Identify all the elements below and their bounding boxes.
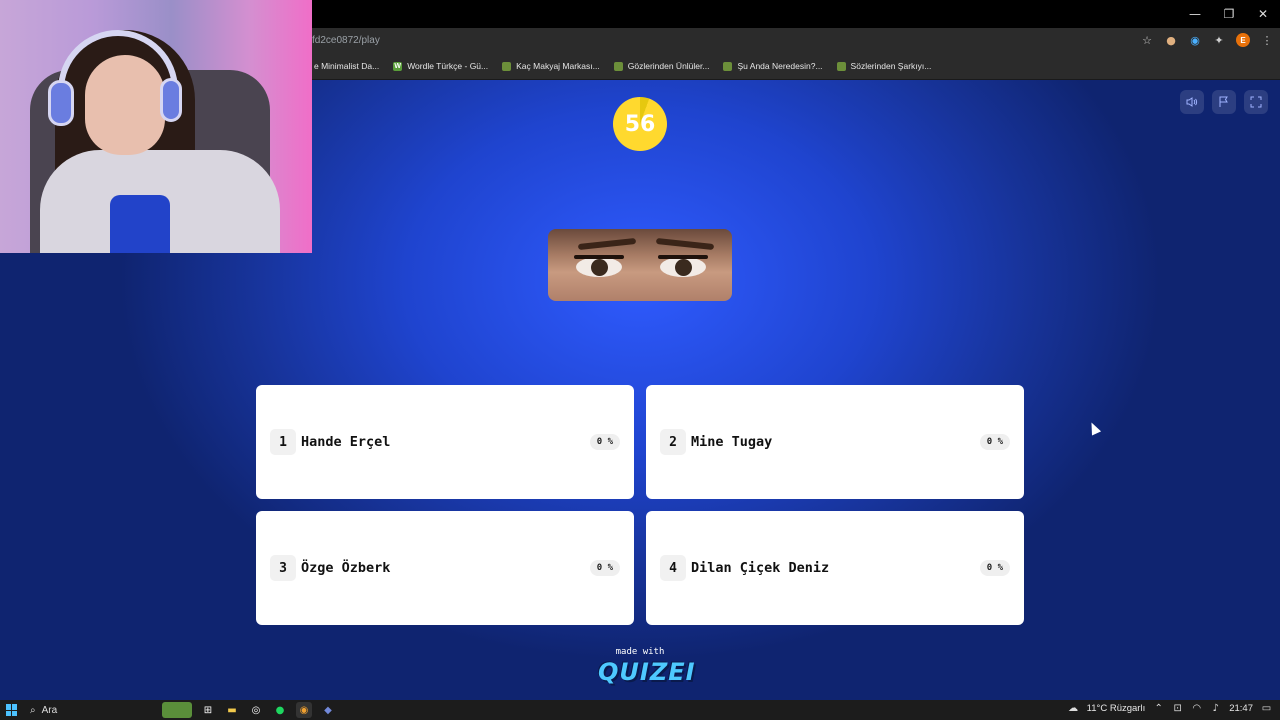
quiz-icon bbox=[502, 61, 512, 71]
lash-left bbox=[574, 255, 624, 259]
obs-icon[interactable]: ◎ bbox=[248, 702, 264, 718]
answer-number: 2 bbox=[660, 429, 686, 455]
profile-avatar[interactable]: E bbox=[1236, 33, 1250, 47]
minimize-button[interactable]: — bbox=[1178, 0, 1212, 28]
webcam-overlay bbox=[0, 0, 312, 253]
fullscreen-icon bbox=[1250, 96, 1262, 108]
streamer-top bbox=[110, 195, 170, 253]
headset-left bbox=[48, 80, 74, 126]
question-image bbox=[548, 229, 732, 301]
quiz-icon bbox=[723, 61, 733, 71]
answer-percent: 0 % bbox=[589, 434, 620, 450]
bookmark-label: Sözlerinden Şarkıyı... bbox=[850, 61, 932, 71]
screen: — ❐ ✕ fd2ce0872/play ☆ ● ◉ ✦ E ⋮ e Minim… bbox=[0, 0, 1280, 720]
taskbar-search[interactable]: ⌕ Ara bbox=[30, 702, 160, 718]
bookmark-star-icon[interactable]: ☆ bbox=[1140, 33, 1154, 47]
answer-option[interactable]: 4 Dilan Çiçek Deniz 0 % bbox=[646, 511, 1024, 625]
eyebrow-right bbox=[655, 237, 715, 251]
bookmark-item[interactable]: W Wordle Türkçe - Gü... bbox=[393, 61, 488, 71]
taskbar-apps: ⊞ ▬ ◎ ● ◉ ◆ bbox=[162, 702, 336, 718]
system-tray: ☁ 11°C Rüzgarlı ⌃ ⊡ ◠ ♪ 21:47 ▭ bbox=[1068, 703, 1272, 714]
eye-right bbox=[660, 257, 706, 277]
countdown-timer: 56 bbox=[613, 97, 667, 151]
answer-percent: 0 % bbox=[979, 560, 1010, 576]
browser-toolbar: ☆ ● ◉ ✦ E ⋮ bbox=[1140, 33, 1274, 47]
search-icon: ⌕ bbox=[30, 704, 36, 716]
sound-toggle-button[interactable] bbox=[1180, 90, 1204, 114]
network-icon[interactable]: ⊡ bbox=[1172, 703, 1183, 714]
bookmark-item[interactable]: Şu Anda Neredesin?... bbox=[723, 61, 823, 71]
spotify-icon[interactable]: ● bbox=[272, 702, 288, 718]
media-icon[interactable]: ◉ bbox=[1188, 33, 1202, 47]
bookmark-item[interactable]: Sözlerinden Şarkıyı... bbox=[836, 61, 932, 71]
menu-icon[interactable]: ⋮ bbox=[1260, 33, 1274, 47]
answer-option[interactable]: 1 Hande Erçel 0 % bbox=[256, 385, 634, 499]
task-view-icon[interactable]: ⊞ bbox=[200, 702, 216, 718]
answer-number: 4 bbox=[660, 555, 686, 581]
flag-icon bbox=[1219, 96, 1228, 107]
url-field[interactable]: fd2ce0872/play bbox=[312, 35, 380, 46]
answer-text: Dilan Çiçek Deniz bbox=[691, 560, 830, 576]
wordle-icon: W bbox=[393, 61, 403, 71]
bookmark-label: Şu Anda Neredesin?... bbox=[737, 61, 823, 71]
eye-left bbox=[576, 257, 622, 277]
bookmark-label: Gözlerinden Ünlüler... bbox=[627, 61, 710, 71]
close-button[interactable]: ✕ bbox=[1246, 0, 1280, 28]
made-with-label: made with bbox=[615, 647, 665, 657]
search-label: Ara bbox=[41, 704, 58, 716]
extension-icon[interactable]: ● bbox=[1164, 33, 1178, 47]
quiz-toolbar bbox=[1180, 90, 1268, 114]
clock[interactable]: 21:47 bbox=[1229, 703, 1253, 714]
answer-grid: 1 Hande Erçel 0 % 2 Mine Tugay 0 % 3 Özg… bbox=[256, 385, 1024, 625]
bookmark-label: Wordle Türkçe - Gü... bbox=[407, 61, 489, 71]
widgets-icon[interactable] bbox=[162, 702, 192, 718]
quiz-icon bbox=[613, 61, 623, 71]
answer-text: Hande Erçel bbox=[301, 434, 391, 450]
bookmark-item[interactable]: Kaç Makyaj Markası... bbox=[502, 61, 600, 71]
eyebrow-left bbox=[577, 237, 637, 251]
answer-option[interactable]: 3 Özge Özberk 0 % bbox=[256, 511, 634, 625]
lash-right bbox=[658, 255, 708, 259]
quiz-icon bbox=[836, 61, 846, 71]
restore-button[interactable]: ❐ bbox=[1212, 0, 1246, 28]
window-controls: — ❐ ✕ bbox=[1178, 0, 1280, 28]
answer-percent: 0 % bbox=[979, 434, 1010, 450]
report-button[interactable] bbox=[1212, 90, 1236, 114]
weather-text[interactable]: 11°C Rüzgarlı bbox=[1087, 703, 1146, 714]
mouse-cursor-icon bbox=[1086, 420, 1102, 436]
volume-icon[interactable]: ♪ bbox=[1210, 703, 1221, 714]
speaker-icon bbox=[1186, 97, 1198, 107]
weather-icon: ☁ bbox=[1068, 703, 1079, 714]
chrome-icon[interactable]: ◉ bbox=[296, 702, 312, 718]
bookmark-label: Kaç Makyaj Markası... bbox=[516, 61, 600, 71]
answer-text: Özge Özberk bbox=[301, 560, 391, 576]
wifi-icon[interactable]: ◠ bbox=[1191, 703, 1202, 714]
bookmark-item[interactable]: Gözlerinden Ünlüler... bbox=[613, 61, 710, 71]
bookmark-label: e Minimalist Da... bbox=[314, 61, 380, 71]
taskbar: ⌕ Ara ⊞ ▬ ◎ ● ◉ ◆ ☁ 11°C Rüzgarlı ⌃ ⊡ ◠ … bbox=[0, 700, 1280, 720]
answer-text: Mine Tugay bbox=[691, 434, 773, 450]
answer-number: 3 bbox=[270, 555, 296, 581]
answer-option[interactable]: 2 Mine Tugay 0 % bbox=[646, 385, 1024, 499]
answer-number: 1 bbox=[270, 429, 296, 455]
notification-icon[interactable]: ▭ bbox=[1261, 703, 1272, 714]
chevron-up-icon[interactable]: ⌃ bbox=[1153, 703, 1164, 714]
headset-right bbox=[160, 78, 182, 122]
fullscreen-button[interactable] bbox=[1244, 90, 1268, 114]
start-button[interactable] bbox=[6, 704, 18, 716]
quizei-logo[interactable]: QUIZEI bbox=[598, 658, 695, 686]
file-explorer-icon[interactable]: ▬ bbox=[224, 702, 240, 718]
answer-percent: 0 % bbox=[589, 560, 620, 576]
discord-icon[interactable]: ◆ bbox=[320, 702, 336, 718]
puzzle-icon[interactable]: ✦ bbox=[1212, 33, 1226, 47]
